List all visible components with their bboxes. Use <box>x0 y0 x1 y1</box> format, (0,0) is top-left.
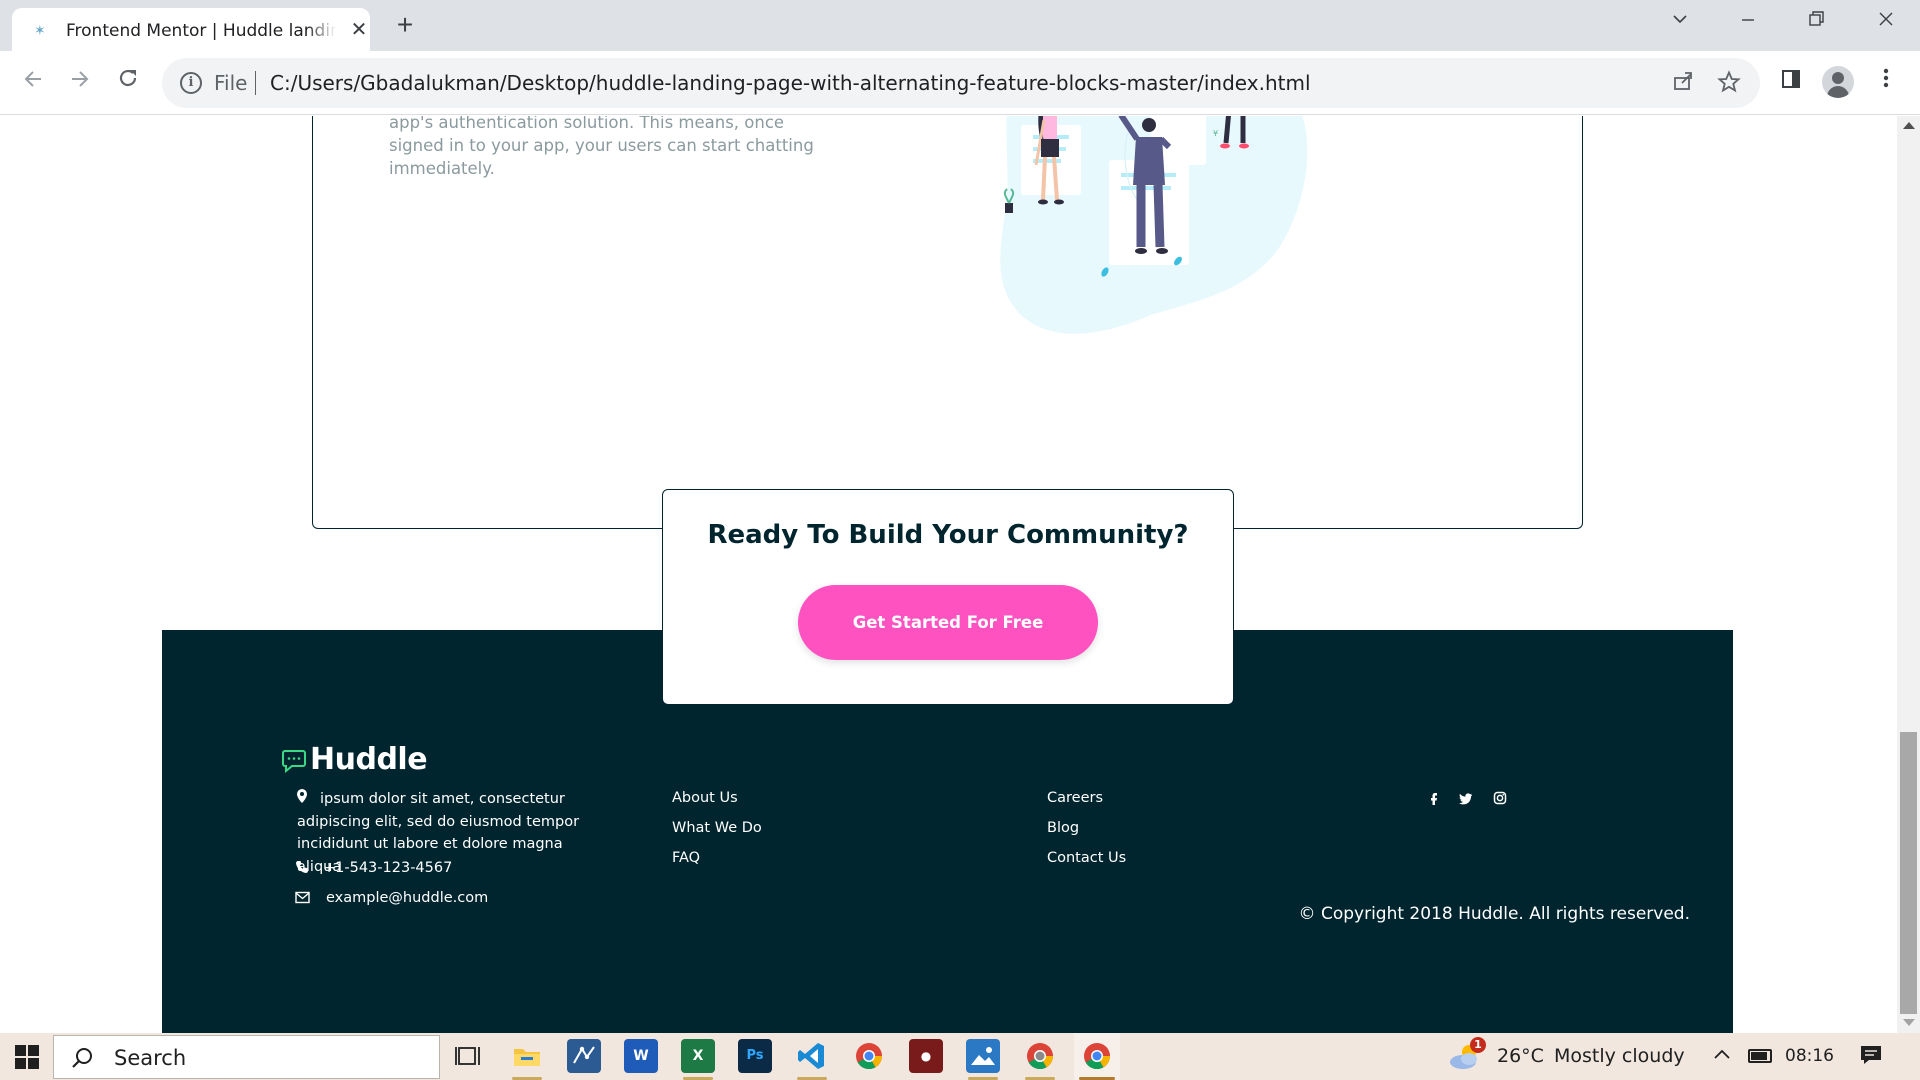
email-icon <box>295 891 310 904</box>
close-window-button[interactable] <box>1866 8 1906 36</box>
chrome-active-icon[interactable] <box>1080 1039 1114 1073</box>
windows-start-icon[interactable] <box>13 1043 41 1071</box>
footer-link-what-we-do[interactable]: What We Do <box>672 820 762 836</box>
footer-link-blog[interactable]: Blog <box>1047 820 1079 836</box>
weather-temperature[interactable]: 26°C <box>1497 1045 1544 1067</box>
favicon-icon: ✶ <box>34 22 46 38</box>
weather-description[interactable]: Mostly cloudy <box>1554 1045 1685 1067</box>
menu-kebab-icon[interactable] <box>1868 65 1904 101</box>
screen-recorder-icon[interactable]: ● <box>909 1039 943 1073</box>
browser-toolbar: i File C:/Users/Gbadalukman/Desktop/hudd… <box>0 51 1920 115</box>
notification-center-icon[interactable] <box>1859 1044 1883 1066</box>
tray-chevron-up-icon[interactable] <box>1712 1045 1732 1065</box>
scroll-down-arrow-icon[interactable] <box>1903 1019 1915 1026</box>
forward-button[interactable] <box>62 65 98 101</box>
cta-title: Ready To Build Your Community? <box>707 520 1189 550</box>
taskbar-clock[interactable]: 08:16 <box>1785 1046 1834 1066</box>
battery-icon[interactable] <box>1748 1049 1772 1063</box>
get-started-button[interactable]: Get Started For Free <box>798 585 1098 660</box>
twitter-icon[interactable] <box>1458 790 1474 806</box>
restore-button[interactable] <box>1796 8 1836 36</box>
site-info-icon[interactable]: i <box>180 72 202 94</box>
task-view-icon[interactable] <box>451 1039 485 1073</box>
reload-button[interactable] <box>110 65 146 101</box>
chrome-profile-icon[interactable] <box>1023 1039 1057 1073</box>
tab-title: Frontend Mentor | Huddle landing page wi… <box>66 21 336 41</box>
photos-icon[interactable] <box>966 1039 1000 1073</box>
page-viewport: It takes no time at all to integrate Hud… <box>0 116 1897 1033</box>
svg-text:¥: ¥ <box>1213 129 1218 138</box>
phone-icon <box>296 861 308 873</box>
feature-description: It takes no time at all to integrate Hud… <box>389 116 814 178</box>
search-icon <box>72 1048 92 1068</box>
network-app-icon[interactable] <box>567 1039 601 1073</box>
browser-tab[interactable]: ✶ Frontend Mentor | Huddle landing page … <box>12 8 370 51</box>
new-tab-button[interactable]: + <box>390 11 420 40</box>
omnibox-divider <box>255 71 256 95</box>
side-panel-icon[interactable] <box>1773 65 1809 101</box>
feature-block: It takes no time at all to integrate Hud… <box>312 116 1583 529</box>
excel-icon[interactable]: X <box>681 1039 715 1073</box>
url-text[interactable]: C:/Users/Gbadalukman/Desktop/huddle-land… <box>270 71 1311 95</box>
page-scrollbar[interactable] <box>1897 116 1920 1033</box>
footer-link-contact-us[interactable]: Contact Us <box>1047 850 1126 866</box>
back-button[interactable] <box>15 65 51 101</box>
cta-card: Ready To Build Your Community? Get Start… <box>662 489 1234 705</box>
search-label: Search <box>114 1046 187 1070</box>
chat-bubble-logo-icon <box>282 750 306 774</box>
scroll-thumb[interactable] <box>1900 732 1917 1014</box>
scroll-up-arrow-icon[interactable] <box>1903 122 1915 129</box>
footer-link-faq[interactable]: FAQ <box>672 850 700 866</box>
tab-strip: ✶ Frontend Mentor | Huddle landing page … <box>0 0 1920 51</box>
vscode-icon[interactable] <box>795 1039 829 1073</box>
weather-notification-badge: 1 <box>1470 1037 1486 1053</box>
footer-phone: +1-543-123-4567 <box>323 860 453 876</box>
feature-illustration: ¥ <box>1000 116 1308 334</box>
logo-text: Huddle <box>310 742 428 777</box>
bookmark-star-icon[interactable] <box>1716 70 1742 96</box>
windows-taskbar: Search W X Ps ● 1 26°C Mostly cloudy 08:… <box>0 1033 1920 1080</box>
footer-link-about-us[interactable]: About Us <box>672 790 738 806</box>
photoshop-icon[interactable]: Ps <box>738 1039 772 1073</box>
profile-avatar[interactable] <box>1822 66 1854 98</box>
chrome-icon[interactable] <box>852 1039 886 1073</box>
word-icon[interactable]: W <box>624 1039 658 1073</box>
footer-email[interactable]: example@huddle.com <box>326 887 488 910</box>
facebook-icon[interactable] <box>1426 790 1442 806</box>
footer-link-careers[interactable]: Careers <box>1047 790 1103 806</box>
tab-close-button[interactable]: ✕ <box>348 19 370 41</box>
footer-copyright: © Copyright 2018 Huddle. All rights rese… <box>1298 904 1690 924</box>
taskbar-search-box[interactable]: Search <box>53 1035 440 1079</box>
tab-search-icon[interactable] <box>1660 8 1700 36</box>
address-bar[interactable]: i File C:/Users/Gbadalukman/Desktop/hudd… <box>162 58 1760 108</box>
instagram-icon[interactable] <box>1492 790 1508 806</box>
share-icon[interactable] <box>1670 70 1696 96</box>
file-explorer-icon[interactable] <box>510 1039 544 1073</box>
scheme-label: File <box>214 71 248 95</box>
minimize-button[interactable] <box>1728 8 1768 36</box>
